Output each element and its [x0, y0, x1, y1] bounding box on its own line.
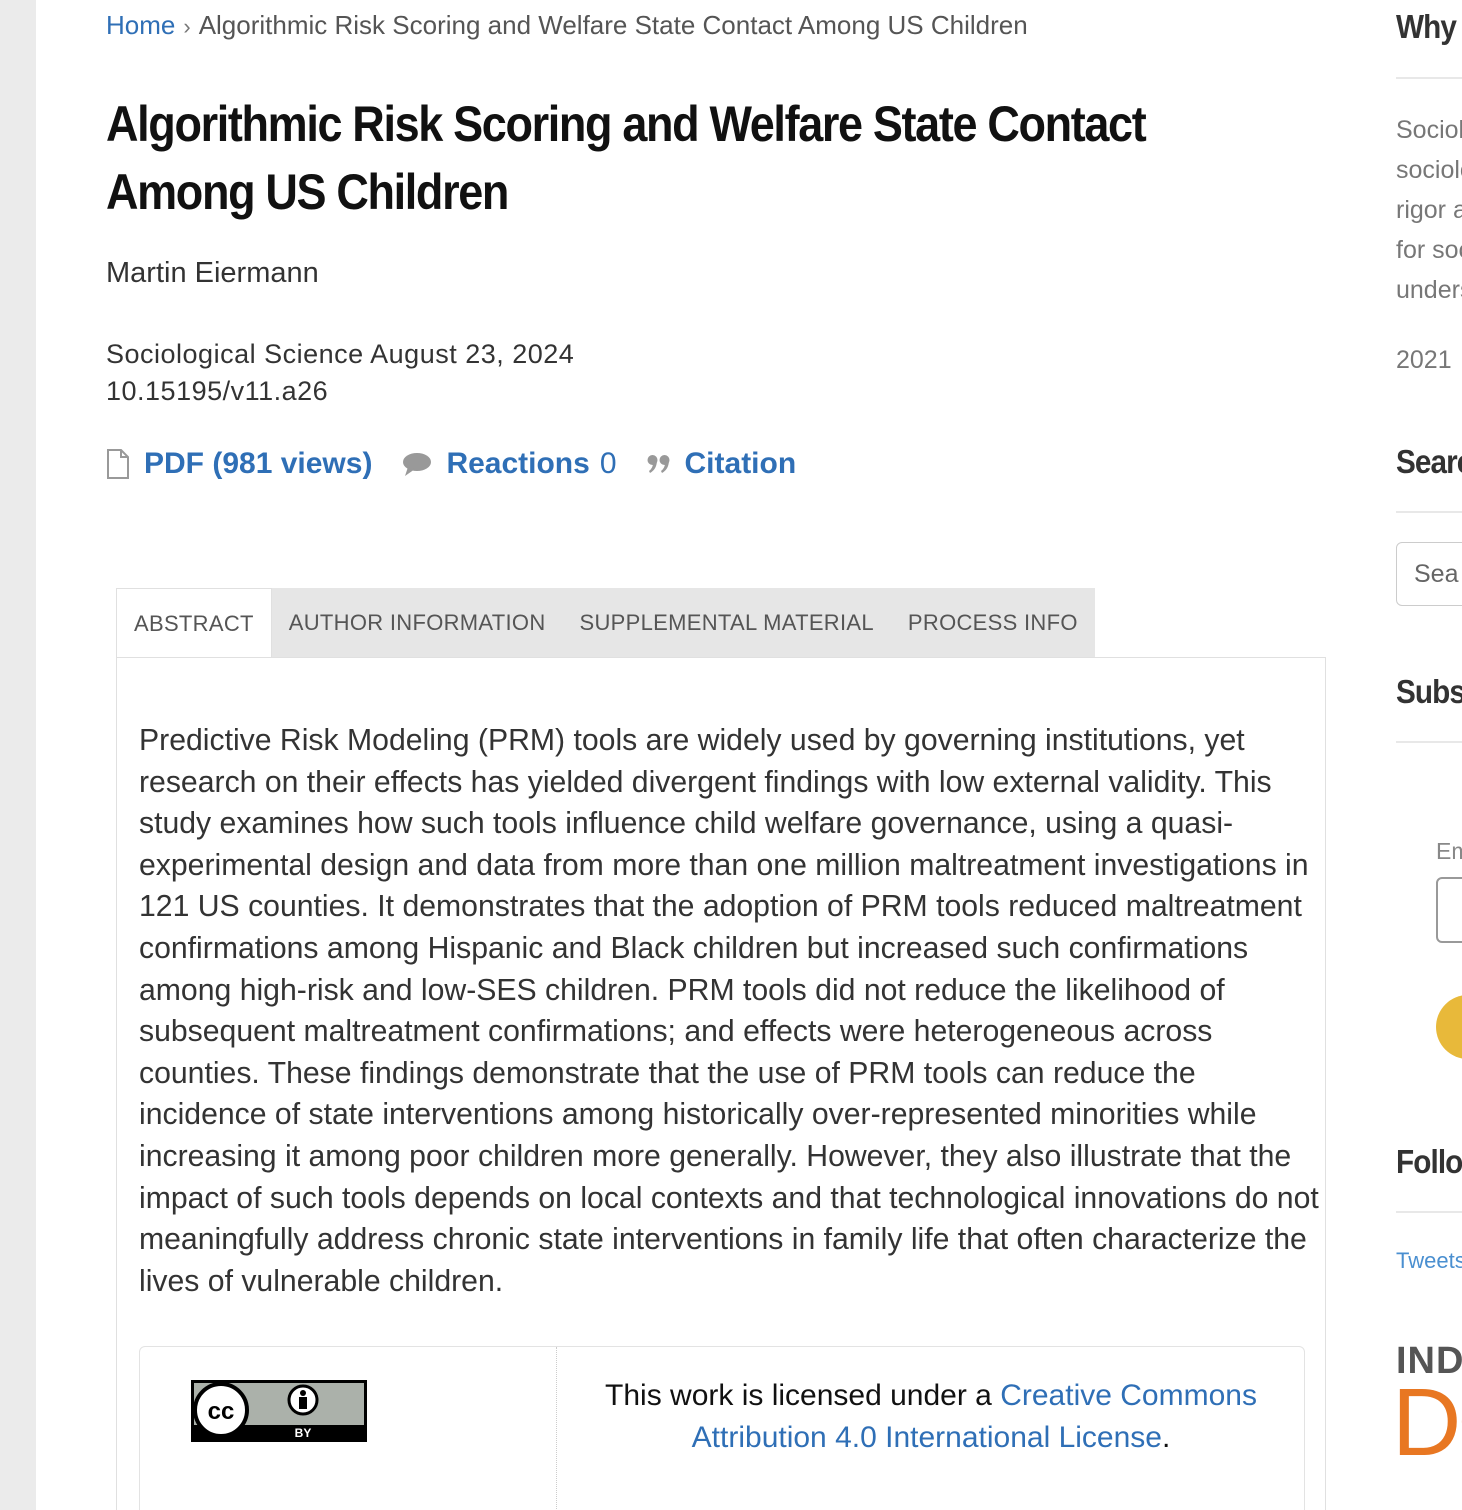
email-field[interactable] — [1436, 877, 1462, 943]
sidebar-subscribe-heading: Subsc — [1396, 673, 1462, 710]
pdf-link[interactable]: PDF (981 views) — [106, 447, 372, 481]
search-input[interactable]: Sea — [1396, 542, 1462, 606]
breadcrumb-current: Algorithmic Risk Scoring and Welfare Sta… — [198, 10, 1028, 40]
tab-supplemental-material[interactable]: SUPPLEMENTAL MATERIAL — [563, 588, 891, 658]
tab-abstract[interactable]: ABSTRACT — [116, 588, 272, 660]
indexing-logo-mark: DO — [1392, 1369, 1462, 1476]
page: Home › Algorithmic Risk Scoring and Welfar… — [36, 0, 1462, 1510]
email-label: Em — [1436, 838, 1462, 864]
sidebar-why-line: Sociol — [1396, 116, 1462, 144]
breadcrumb-home-link[interactable]: Home — [106, 10, 175, 40]
sidebar-divider — [1396, 511, 1462, 513]
document-icon — [106, 449, 130, 479]
article-meta: Sociological Science August 23, 2024 10.… — [106, 336, 574, 410]
article-author: Martin Eiermann — [106, 257, 319, 289]
sidebar-why-line: sociolo — [1396, 156, 1462, 184]
sidebar-why-heading: Why S — [1396, 8, 1462, 45]
citation-link[interactable]: Citation — [647, 447, 797, 481]
doi: 10.15195/v11.a26 — [106, 376, 329, 406]
sidebar-divider — [1396, 1211, 1462, 1213]
comment-icon — [402, 451, 432, 477]
breadcrumb: Home › Algorithmic Risk Scoring and Welfar… — [106, 10, 1028, 41]
article-title: Algorithmic Risk Scoring and Welfare Sta… — [106, 96, 1147, 220]
tweets-link[interactable]: Tweets — [1396, 1248, 1462, 1274]
sidebar-why-line: for soc — [1396, 236, 1462, 264]
sidebar-divider — [1396, 741, 1462, 743]
cc-by-text: BY — [295, 1426, 312, 1440]
sidebar-divider — [1396, 77, 1462, 79]
abstract-text: Predictive Risk Modeling (PRM) tools are… — [139, 724, 1319, 1298]
breadcrumb-separator: › — [183, 14, 191, 39]
citation-link-label[interactable]: Citation — [685, 447, 797, 481]
svg-text:cc: cc — [208, 1398, 235, 1425]
subscribe-button[interactable] — [1436, 995, 1462, 1059]
license-divider — [556, 1347, 557, 1510]
license-box: cc BY This work is licensed under a Crea… — [139, 1346, 1305, 1510]
reactions-link[interactable]: Reactions 0 — [402, 447, 617, 481]
sidebar-why-line: unders — [1396, 276, 1462, 304]
cc-by-badge[interactable]: cc BY — [190, 1379, 368, 1448]
reactions-link-label[interactable]: Reactions — [446, 447, 589, 481]
article-actions: PDF (981 views) Reactions 0 Citation — [106, 447, 826, 481]
license-suffix: . — [1161, 1421, 1171, 1454]
sidebar-search-heading: Searc — [1396, 443, 1462, 480]
journal-date: Sociological Science August 23, 2024 — [106, 339, 575, 369]
sidebar-year: 2021 — [1396, 346, 1452, 374]
article-tabs: ABSTRACT AUTHOR INFORMATION SUPPLEMENTAL… — [116, 588, 1095, 660]
tab-author-information[interactable]: AUTHOR INFORMATION — [272, 588, 563, 658]
tab-process-info[interactable]: PROCESS INFO — [891, 588, 1095, 658]
license-prefix: This work is licensed under a — [605, 1379, 1001, 1412]
reactions-count: 0 — [599, 447, 617, 480]
sidebar-follow-heading: Follo — [1396, 1143, 1462, 1180]
sidebar: Why S Sociol sociolo rigor a for soc und… — [1392, 0, 1462, 1510]
sidebar-why-line: rigor a — [1396, 196, 1462, 224]
search-placeholder: Sea — [1414, 560, 1459, 588]
license-text: This work is licensed under a Creative C… — [576, 1375, 1286, 1459]
quote-icon — [647, 454, 671, 474]
pdf-link-label[interactable]: PDF (981 views) — [144, 447, 372, 481]
tab-panel-abstract: Predictive Risk Modeling (PRM) tools are… — [116, 657, 1326, 1510]
